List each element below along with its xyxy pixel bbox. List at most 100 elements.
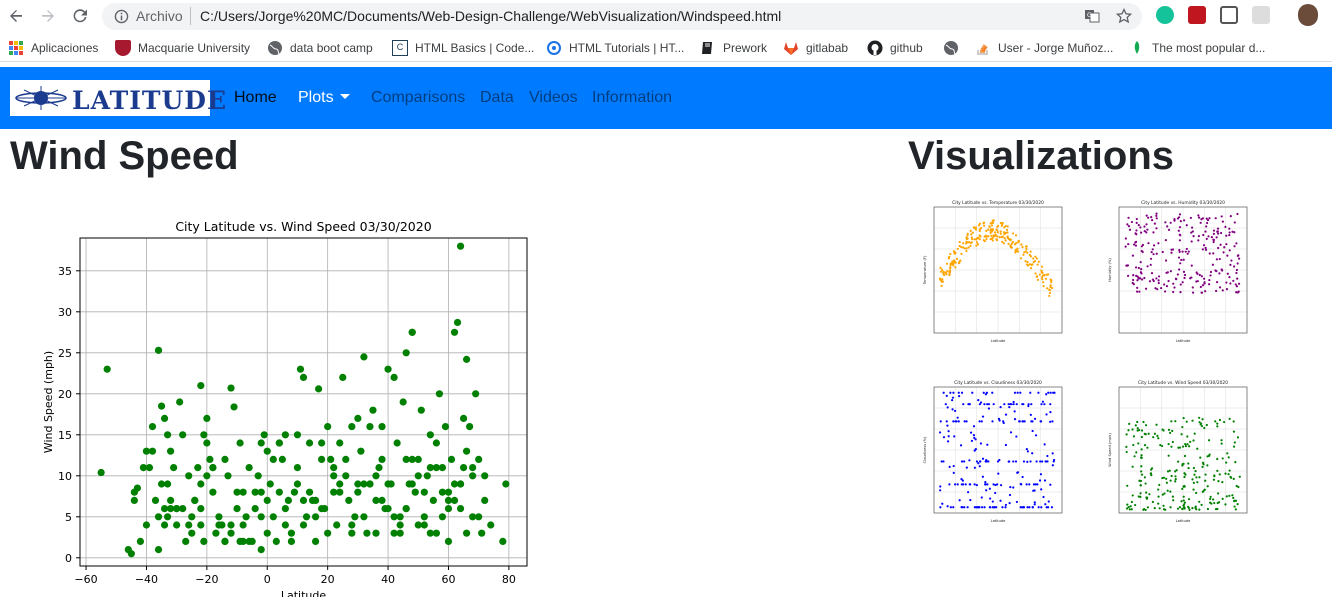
- thumb-point: [1126, 274, 1130, 277]
- bookmark-most-popular[interactable]: The most popular d...: [1129, 40, 1265, 56]
- thumb-point: [951, 396, 955, 399]
- scatter-point: [466, 423, 474, 431]
- thumb-wind-speed-plot[interactable]: City Latitude vs. Wind Speed 03/30/2020 W…: [1103, 375, 1253, 525]
- brand-logo[interactable]: LATITUDE: [10, 80, 226, 116]
- nav-plots-dropdown[interactable]: Plots: [298, 89, 350, 107]
- thumb-point: [1173, 217, 1176, 221]
- x-tick-label: 60: [441, 573, 455, 586]
- thumb-point: [946, 440, 950, 443]
- thumb-point: [1016, 471, 1019, 474]
- thumb-point: [1029, 460, 1032, 463]
- thumb-point: [1009, 485, 1012, 489]
- nav-videos[interactable]: Videos: [529, 89, 578, 107]
- bookmark-apps[interactable]: Aplicaciones: [8, 40, 98, 56]
- thumb-temperature-plot[interactable]: City Latitude vs. Temperature 03/30/2020…: [918, 195, 1068, 345]
- thumb-point: [1047, 506, 1050, 509]
- thumb-point: [1235, 271, 1238, 275]
- thumb-point: [1212, 252, 1215, 255]
- scatter-point: [254, 472, 262, 480]
- thumb-point: [1144, 482, 1147, 485]
- thumb-humidity-plot[interactable]: City Latitude vs. Humidity 03/30/2020 Hum…: [1103, 195, 1253, 345]
- thumb-point: [1195, 508, 1198, 511]
- star-icon[interactable]: [1115, 7, 1133, 27]
- thumb-x-label: Latitude: [1176, 519, 1192, 523]
- scatter-point: [354, 414, 362, 422]
- thumb-point: [1216, 422, 1219, 425]
- thumb-point: [965, 249, 968, 253]
- nav-information[interactable]: Information: [592, 89, 672, 107]
- thumb-point: [993, 231, 997, 234]
- info-icon[interactable]: [114, 9, 129, 27]
- scatter-point: [384, 505, 392, 513]
- thumb-point: [988, 487, 991, 490]
- thumb-cloudiness-plot[interactable]: City Latitude vs. Cloudiness 03/30/2020 C…: [918, 375, 1068, 525]
- thumb-point: [1206, 464, 1209, 467]
- thumb-point: [1131, 494, 1134, 497]
- forward-arrow-icon[interactable]: [37, 5, 59, 27]
- thumb-point: [954, 266, 957, 269]
- thumb-point: [1168, 469, 1171, 472]
- thumb-point: [1214, 420, 1217, 423]
- thumb-point: [1051, 464, 1054, 467]
- scatter-point: [444, 505, 453, 513]
- thumb-point: [1212, 240, 1215, 244]
- thumb-point: [1180, 500, 1183, 503]
- nav-comparisons[interactable]: Comparisons: [371, 89, 465, 107]
- bookmark-html-tutorials[interactable]: HTML Tutorials | HT...: [546, 40, 684, 56]
- bookmark-html-basics[interactable]: C HTML Basics | Code...: [392, 40, 534, 56]
- scatter-point: [472, 390, 480, 398]
- thumb-point: [1049, 483, 1052, 486]
- scatter-point: [378, 423, 386, 431]
- thumb-point: [1217, 480, 1220, 483]
- bookmark-globe[interactable]: [943, 40, 966, 56]
- thumb-point: [989, 237, 992, 240]
- thumb-point: [1038, 273, 1041, 276]
- thumb-point: [952, 250, 955, 253]
- tutorial-icon: [546, 40, 562, 56]
- thumb-point: [1204, 230, 1207, 233]
- thumb-point: [1135, 217, 1138, 221]
- thumb-point: [1042, 285, 1045, 288]
- scatter-point: [432, 439, 440, 447]
- thumb-point: [1039, 420, 1042, 423]
- grammarly-icon[interactable]: [1156, 6, 1174, 24]
- thumb-point: [1134, 232, 1137, 235]
- thumb-point: [1136, 429, 1139, 432]
- scatter-point: [203, 472, 211, 480]
- url-text[interactable]: C:/Users/Jorge%20MC/Documents/Web-Design…: [200, 8, 781, 24]
- thumb-point: [1019, 506, 1022, 509]
- back-arrow-icon[interactable]: [5, 5, 27, 27]
- thumb-point: [1181, 281, 1184, 284]
- thumb-point: [1178, 239, 1181, 242]
- thumb-point: [1166, 489, 1169, 492]
- thumb-point: [992, 219, 995, 222]
- scatter-point: [227, 529, 235, 537]
- thumb-point: [1155, 252, 1158, 255]
- bookmark-github[interactable]: github: [867, 40, 923, 56]
- bookmark-data-boot-camp[interactable]: data boot camp: [267, 40, 373, 56]
- thumb-point: [1179, 283, 1182, 286]
- qr-code-icon[interactable]: [1220, 6, 1238, 24]
- nav-data[interactable]: Data: [480, 89, 514, 107]
- bookmark-gitlabab[interactable]: gitlabab: [783, 40, 848, 56]
- scatter-point: [354, 488, 362, 496]
- thumb-point: [982, 222, 985, 225]
- bookmark-prework[interactable]: Prework: [700, 40, 767, 56]
- scatter-point: [299, 496, 308, 504]
- bookmark-user-jorge[interactable]: User - Jorge Muñoz...: [975, 40, 1113, 56]
- bookmark-macquarie[interactable]: Macquarie University: [115, 40, 250, 56]
- acrobat-icon[interactable]: [1252, 6, 1270, 24]
- scatter-point: [396, 513, 404, 521]
- nav-home[interactable]: Home: [234, 89, 277, 107]
- thumb-point: [1191, 230, 1194, 233]
- pdf-tool-icon[interactable]: [1188, 6, 1206, 24]
- translate-icon[interactable]: G: [1084, 8, 1100, 27]
- reload-icon[interactable]: [69, 5, 91, 27]
- thumb-point: [1043, 403, 1046, 406]
- profile-avatar[interactable]: [1298, 4, 1318, 26]
- address-bar[interactable]: Archivo C:/Users/Jorge%20MC/Documents/We…: [102, 3, 1142, 30]
- scatter-point: [462, 529, 471, 537]
- thumb-point: [985, 459, 988, 462]
- thumb-point: [1018, 420, 1021, 423]
- bookmark-label: Prework: [723, 41, 768, 55]
